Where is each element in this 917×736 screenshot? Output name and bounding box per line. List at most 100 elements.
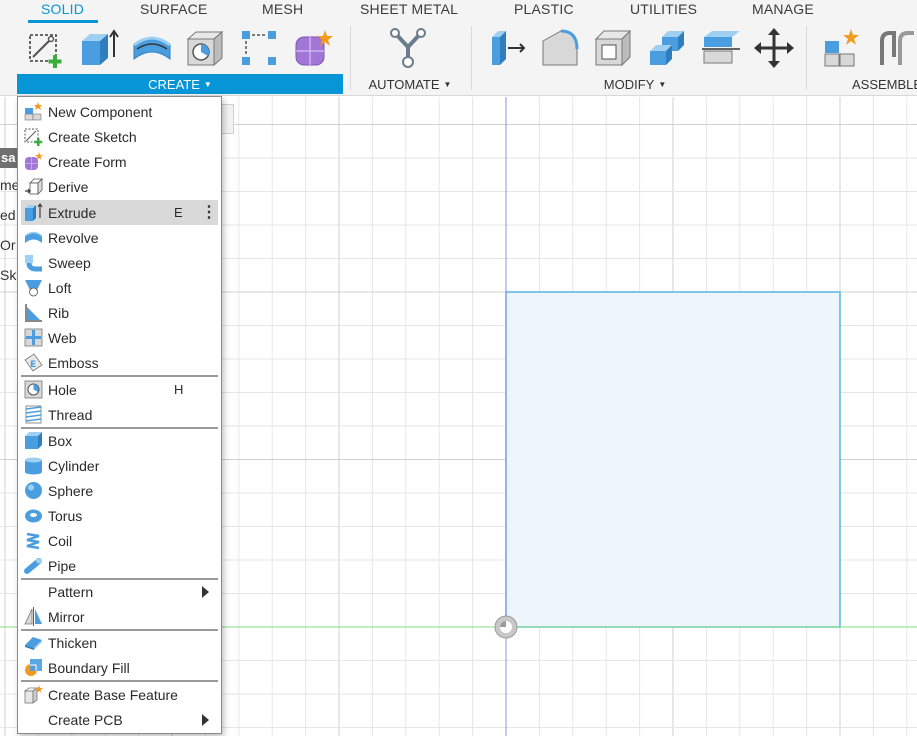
cylinder-icon	[25, 457, 42, 475]
menu-item-web[interactable]: Web	[21, 325, 218, 350]
browser-row-fragment: ed	[0, 207, 16, 223]
rectangular-pattern-icon	[242, 31, 276, 65]
revolve-tool[interactable]	[130, 26, 174, 70]
pattern-tool[interactable]	[237, 26, 281, 70]
menu-item-thread[interactable]: Thread	[21, 402, 218, 427]
create-base-feature-icon	[24, 685, 43, 704]
automate-dropdown-button[interactable]: AUTOMATE ▼	[355, 74, 465, 94]
automate-tool[interactable]	[386, 26, 430, 70]
split-body-tool[interactable]	[699, 26, 743, 70]
menu-item-label: Mirror	[48, 608, 85, 625]
menu-item-emboss[interactable]: E Emboss	[21, 350, 218, 375]
menu-item-label: Coil	[48, 532, 73, 549]
create-sketch-tool[interactable]	[24, 26, 68, 70]
torus-icon	[25, 509, 42, 523]
menu-item-thicken[interactable]: Thicken	[21, 630, 218, 655]
menu-item-create-sketch[interactable]: Create Sketch	[21, 124, 218, 149]
menu-item-sweep[interactable]: Sweep	[21, 250, 218, 275]
tab-solid[interactable]: SOLID	[41, 1, 84, 17]
toolbar-separator	[471, 26, 472, 90]
menu-item-label: Derive	[48, 178, 89, 195]
shell-tool[interactable]	[591, 26, 635, 70]
new-component-icon	[824, 29, 859, 67]
create-form-tool[interactable]	[291, 26, 335, 70]
tab-manage[interactable]: MANAGE	[752, 1, 814, 17]
menu-item-create-base-feature[interactable]: Create Base Feature	[21, 682, 218, 707]
menu-item-create-form[interactable]: Create Form	[21, 149, 218, 174]
emboss-icon: E	[24, 353, 43, 372]
menu-item-torus[interactable]: Torus	[21, 503, 218, 528]
menu-item-new-component[interactable]: New Component	[21, 99, 218, 124]
caret-down-icon: ▼	[203, 79, 212, 89]
create-sketch-icon	[29, 34, 62, 68]
menu-item-label: Thicken	[48, 634, 98, 651]
menu-item-extrude[interactable]: Extrude E ⋮	[21, 200, 218, 225]
menu-item-pattern[interactable]: Pattern	[21, 579, 218, 604]
thicken-icon	[25, 637, 42, 650]
menu-item-derive[interactable]: Derive	[21, 174, 218, 199]
menu-item-label: Emboss	[48, 354, 99, 371]
tab-utilities[interactable]: UTILITIES	[630, 1, 697, 17]
menu-item-label: Extrude	[48, 204, 97, 221]
menu-item-revolve[interactable]: Revolve	[21, 225, 218, 250]
coil-icon	[26, 532, 40, 550]
menu-item-label: Create Sketch	[48, 128, 137, 145]
hole-tool[interactable]	[183, 26, 227, 70]
menu-item-label: Revolve	[48, 229, 99, 246]
menu-item-label: Loft	[48, 279, 72, 296]
revolve-icon	[24, 231, 43, 243]
menu-item-box[interactable]: Box	[21, 428, 218, 453]
menu-item-cylinder[interactable]: Cylinder	[21, 453, 218, 478]
modify-dropdown-button[interactable]: MODIFY ▼	[560, 74, 710, 94]
shortcut-key: H	[174, 382, 184, 397]
menu-item-loft[interactable]: Loft	[21, 275, 218, 300]
tab-mesh[interactable]: MESH	[262, 1, 303, 17]
derive-icon	[25, 178, 43, 195]
menu-item-mirror[interactable]: Mirror	[21, 604, 218, 629]
menu-item-create-pcb[interactable]: Create PCB	[21, 707, 218, 732]
menu-item-coil[interactable]: Coil	[21, 528, 218, 553]
extrude-tool[interactable]	[77, 26, 121, 70]
extrude-icon	[25, 203, 43, 221]
origin-point-icon[interactable]	[494, 615, 518, 639]
menu-item-label: Hole	[48, 381, 77, 398]
menu-item-label: Cylinder	[48, 457, 100, 474]
thread-icon	[25, 405, 42, 424]
toolbar: SOLID SURFACE MESH SHEET METAL PLASTIC U…	[0, 0, 917, 96]
submenu-arrow-icon	[202, 585, 209, 598]
fillet-icon	[542, 29, 579, 66]
menu-item-label: Sphere	[48, 482, 94, 499]
sphere-icon	[25, 482, 42, 499]
active-tab-indicator	[28, 20, 98, 23]
more-options-icon[interactable]: ⋮	[201, 204, 217, 220]
tab-surface[interactable]: SURFACE	[140, 1, 208, 17]
extrude-icon	[82, 29, 119, 65]
loft-icon	[25, 280, 42, 297]
menu-item-label: Box	[48, 432, 73, 449]
sweep-icon	[25, 255, 42, 272]
menu-item-pipe[interactable]: Pipe	[21, 553, 218, 578]
menu-item-rib[interactable]: Rib	[21, 300, 218, 325]
joint-tool[interactable]	[873, 26, 917, 70]
mirror-icon	[24, 607, 42, 626]
create-form-icon	[25, 152, 43, 170]
browser-row-fragment: Sk	[0, 267, 17, 283]
menu-item-boundary-fill[interactable]: Boundary Fill	[21, 655, 218, 680]
menu-item-sphere[interactable]: Sphere	[21, 478, 218, 503]
assemble-dropdown-button[interactable]: ASSEMBLE	[852, 74, 917, 94]
tab-sheet-metal[interactable]: SHEET METAL	[360, 1, 458, 17]
fillet-tool[interactable]	[538, 26, 582, 70]
move-icon	[754, 28, 794, 68]
shell-icon	[594, 29, 632, 67]
press-pull-tool[interactable]	[485, 26, 529, 70]
create-dropdown-button[interactable]: CREATE ▼	[17, 74, 343, 94]
tab-plastic[interactable]: PLASTIC	[514, 1, 574, 17]
sketch-rectangle[interactable]	[505, 291, 841, 628]
menu-item-label: Sweep	[48, 254, 91, 271]
menu-item-hole[interactable]: Hole H	[21, 377, 218, 402]
box-icon	[25, 432, 42, 449]
new-component-tool[interactable]	[820, 26, 864, 70]
combine-tool[interactable]	[645, 26, 689, 70]
move-copy-tool[interactable]	[752, 26, 796, 70]
menu-item-label: Create PCB	[48, 711, 123, 728]
